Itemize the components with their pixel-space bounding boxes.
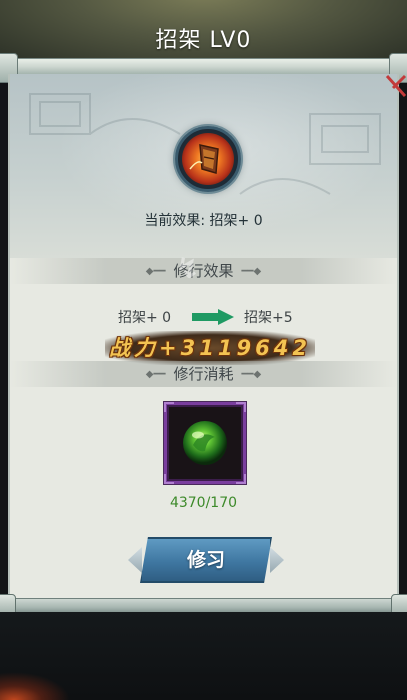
effect-current-value: 招架+ 0: [118, 310, 172, 326]
ornament-right: ━━◆: [241, 368, 262, 380]
material-count: 4370/170: [169, 495, 238, 511]
parry-shield-icon: [175, 126, 241, 192]
train-button[interactable]: 修习: [128, 537, 284, 583]
training-cost-header: ◆━━ 修行消耗 ━━◆: [10, 361, 397, 387]
skill-panel: 当前效果: 招架+ 0 ◆━━ 修行效果 ━━◆ 招架+ 0 招架+5 战力+311…: [8, 74, 399, 606]
green-jade-orb-icon: [183, 421, 227, 465]
combat-power-label: 战力: [109, 336, 160, 360]
slot-corner: [164, 474, 174, 484]
watermark-logo: ↯: [176, 252, 200, 285]
training-cost-label: 修行消耗: [173, 365, 234, 383]
slot-corner: [236, 402, 246, 412]
effect-next-value: 招架+5: [244, 310, 293, 326]
slot-corner: [164, 402, 174, 412]
combat-power-banner: 战力+3119642: [105, 331, 315, 365]
effect-row: 招架+ 0 招架+5: [10, 305, 397, 327]
combat-power-text: 战力+3119642: [105, 331, 315, 365]
arrow-right-icon: [192, 309, 234, 325]
button-wing-right: [270, 547, 284, 573]
material-slot[interactable]: [164, 402, 246, 484]
train-button-label: 修习: [186, 549, 225, 571]
current-effect-text: 当前效果: 招架+ 0: [144, 213, 263, 229]
ornament-left: ◆━━: [145, 265, 166, 277]
ember-glow: [0, 672, 70, 700]
ornament-left: ◆━━: [145, 368, 166, 380]
training-effect-header: ◆━━ 修行效果 ━━◆: [10, 258, 397, 284]
skill-title: 招架 LV0: [155, 28, 252, 53]
slot-corner: [236, 474, 246, 484]
footer-background: [0, 612, 407, 700]
close-icon[interactable]: [383, 72, 407, 102]
combat-power-value: +3119642: [159, 336, 311, 360]
ornament-right: ━━◆: [241, 265, 262, 277]
